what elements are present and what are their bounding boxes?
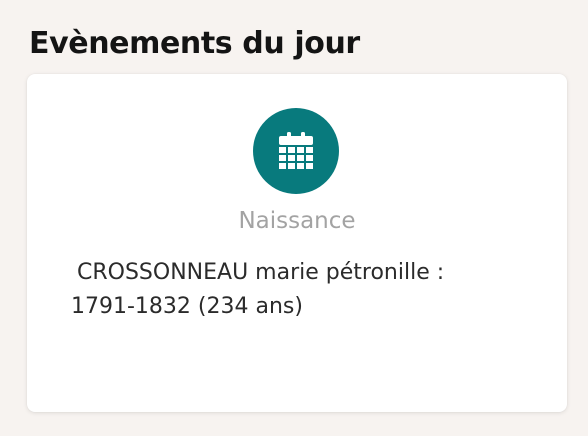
event-card[interactable]: Naissance CROSSONNEAU marie pétronille :… <box>27 74 567 412</box>
event-icon-circle <box>253 108 339 194</box>
event-person-name: CROSSONNEAU marie pétronille : <box>77 260 445 285</box>
event-dates: 1791-1832 (234 ans) <box>71 294 303 319</box>
section-title: Evènements du jour <box>29 26 360 61</box>
event-description[interactable]: CROSSONNEAU marie pétronille : 1791-1832… <box>71 256 531 324</box>
calendar-icon <box>279 132 313 169</box>
event-type-label: Naissance <box>238 208 356 234</box>
